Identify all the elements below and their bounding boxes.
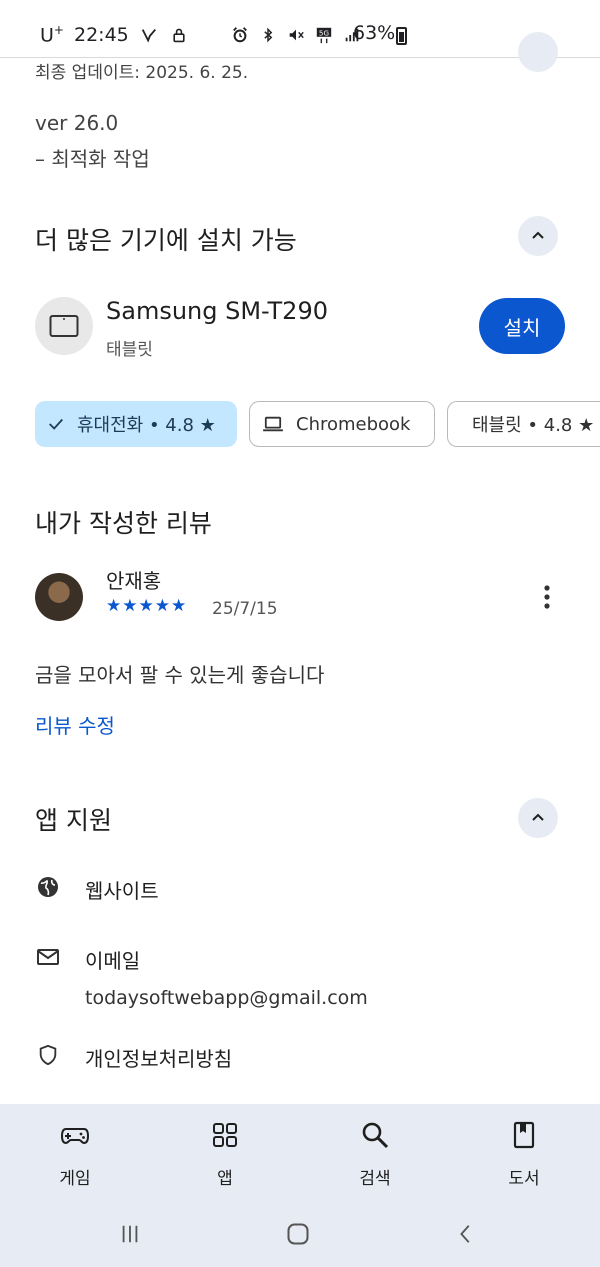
collapse-more-devices-button[interactable] bbox=[518, 216, 558, 256]
more-options-button[interactable] bbox=[532, 582, 562, 612]
chip-chromebook[interactable]: Chromebook bbox=[249, 401, 435, 447]
svg-text:5G: 5G bbox=[319, 28, 329, 37]
chevron-up-icon bbox=[532, 813, 544, 821]
more-devices-title: 더 많은 기기에 설치 가능 bbox=[35, 226, 297, 255]
tablet-icon bbox=[49, 315, 79, 337]
carrier-label: U+ bbox=[40, 23, 64, 46]
bluetooth-icon bbox=[258, 25, 278, 45]
nav-games[interactable]: 게임 bbox=[25, 1120, 125, 1189]
chip-phone[interactable]: 휴대전화 • 4.8 ★ bbox=[35, 401, 237, 447]
back-chevron-icon bbox=[460, 1225, 470, 1243]
email-label[interactable]: 이메일 bbox=[85, 945, 140, 974]
globe-icon bbox=[35, 874, 61, 900]
laptop-icon bbox=[263, 416, 283, 432]
collapse-whats-new-button[interactable] bbox=[518, 32, 558, 72]
nav-apps-label: 앱 bbox=[217, 1169, 233, 1189]
nav-apps[interactable]: 앱 bbox=[175, 1120, 275, 1189]
battery-icon bbox=[396, 27, 407, 45]
check-icon bbox=[49, 418, 63, 430]
privacy-policy-link[interactable]: 개인정보처리방침 bbox=[85, 1043, 232, 1072]
email-icon bbox=[35, 944, 61, 970]
more-vert-icon bbox=[544, 585, 550, 609]
chevron-up-icon bbox=[532, 231, 544, 239]
home-icon bbox=[287, 1223, 309, 1245]
version-note: – 최적화 작업 bbox=[35, 147, 150, 171]
search-icon bbox=[362, 1122, 389, 1149]
chip-phone-label: 휴대전화 • 4.8 ★ bbox=[77, 415, 216, 436]
email-address[interactable]: todaysoftwebapp@gmail.com bbox=[85, 987, 368, 1009]
data-saver-icon bbox=[139, 25, 159, 45]
battery-percent: 63% bbox=[353, 22, 396, 44]
install-button[interactable]: 설치 bbox=[479, 298, 565, 354]
gamepad-icon bbox=[60, 1128, 90, 1145]
nav-books-label: 도서 bbox=[508, 1169, 540, 1189]
status-bar: U+ 22:45 5G 63% bbox=[0, 0, 600, 58]
shield-icon bbox=[35, 1042, 61, 1068]
nav-games-label: 게임 bbox=[59, 1169, 91, 1189]
chip-tablet[interactable]: 태블릿 • 4.8 ★ bbox=[447, 401, 600, 447]
review-date: 25/7/15 bbox=[212, 599, 278, 619]
alarm-icon bbox=[230, 25, 250, 45]
nav-search[interactable]: 검색 bbox=[325, 1120, 425, 1189]
review-text: 금을 모아서 팔 수 있는게 좋습니다 bbox=[35, 663, 325, 687]
website-link[interactable]: 웹사이트 bbox=[85, 875, 159, 904]
lock-icon bbox=[169, 25, 189, 45]
star-rating: ★★★★★ bbox=[106, 596, 188, 616]
book-icon bbox=[513, 1121, 535, 1149]
carrier-sup: + bbox=[53, 23, 64, 38]
edit-review-link[interactable]: 리뷰 수정 bbox=[35, 710, 115, 739]
device-icon-container bbox=[35, 297, 93, 355]
device-type: 태블릿 bbox=[106, 340, 153, 360]
recent-apps-icon bbox=[122, 1225, 138, 1243]
status-right: 5G bbox=[230, 22, 362, 48]
version-text: ver 26.0 bbox=[35, 111, 119, 135]
mute-icon bbox=[286, 25, 306, 45]
nav-search-label: 검색 bbox=[359, 1169, 391, 1189]
last-updated: 최종 업데이트: 2025. 6. 25. bbox=[35, 63, 249, 83]
device-name: Samsung SM-T290 bbox=[106, 297, 328, 325]
system-navigation-bar bbox=[0, 1202, 600, 1267]
carrier-text: U bbox=[40, 24, 54, 47]
network-5g-icon: 5G bbox=[314, 25, 334, 45]
recent-apps-button[interactable] bbox=[110, 1217, 150, 1251]
app-support-title: 앱 지원 bbox=[35, 806, 112, 835]
my-review-title: 내가 작성한 리뷰 bbox=[35, 509, 212, 538]
chip-chromebook-label: Chromebook bbox=[296, 413, 411, 435]
clock: 22:45 bbox=[73, 24, 129, 46]
apps-grid-icon bbox=[213, 1123, 237, 1147]
chip-tablet-label: 태블릿 • 4.8 ★ bbox=[472, 415, 595, 436]
reviewer-name: 안재홍 bbox=[106, 569, 162, 593]
avatar bbox=[35, 573, 83, 621]
bottom-navigation: 게임 앱 검색 도서 bbox=[0, 1104, 600, 1202]
back-button[interactable] bbox=[446, 1217, 486, 1251]
nav-books[interactable]: 도서 bbox=[474, 1120, 574, 1189]
status-left: U+ 22:45 bbox=[40, 22, 189, 48]
collapse-app-support-button[interactable] bbox=[518, 798, 558, 838]
home-button[interactable] bbox=[278, 1217, 318, 1251]
